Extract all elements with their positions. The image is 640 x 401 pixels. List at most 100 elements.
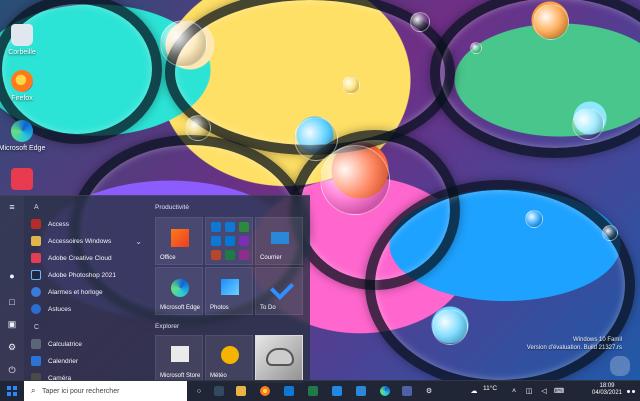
photoshop-icon [31,270,41,280]
app-label: Adobe Photoshop 2021 [48,271,116,279]
pictures-icon[interactable]: ▣ [6,318,18,330]
network-button[interactable]: ◫ [523,381,535,401]
notification-icon [626,388,636,395]
tile-label: Office [160,255,176,261]
documents-icon[interactable]: □ [6,296,18,308]
tile-mail[interactable]: Courrier [255,217,303,265]
app-row-astuces[interactable]: Astuces [28,301,146,317]
robot-vacuum-image [266,348,294,366]
search-placeholder: Taper ici pour rechercher [42,387,120,395]
access-icon [31,219,41,229]
app-row-alarmes-et-horloge[interactable]: Alarmes et horloge [28,284,146,300]
volume-button[interactable]: ◁ [538,381,550,401]
start-left-rail: ≡ ● □ ▣ ⚙ ⏻ [0,196,24,381]
office-icon [171,229,189,247]
tile-photo-preview[interactable] [255,335,303,383]
taskbar-button-app[interactable] [398,381,416,401]
app-label: Astuces [48,305,72,313]
date-readout: 04/03/2021 [591,390,623,396]
taskbar-button-excel[interactable] [304,381,322,401]
outlook-icon [332,386,342,396]
temperature-readout: 11°C [483,385,498,392]
taskbar-button-file-explorer[interactable] [232,381,250,401]
bubble [320,145,390,215]
taskbar: ⌕ Taper ici pour rechercher ○ ⚙ ☁ 11°C ˄… [0,380,640,401]
app-row-accessoires-windows[interactable]: Accessoires Windows ⌄ [28,233,146,249]
desktop-icon-firefox[interactable]: Firefox [0,70,52,103]
app-list: A Access Accessoires Windows ⌄ Adobe Cre… [26,196,148,383]
language-button[interactable]: ⌨ [553,381,565,401]
mail-icon [271,232,289,244]
tile-label: Microsoft Edge [160,305,201,311]
bubble [533,4,569,40]
watermark-line-1: Windows 10 Famil [572,337,622,343]
desktop-icon-recycle-bin[interactable]: Corbeille [0,24,52,57]
taskbar-button-mail[interactable] [352,381,370,401]
store-icon [171,346,189,362]
bubble [410,12,430,32]
onenote-icon [239,236,249,246]
tile-label: Courrier [260,255,282,261]
folder-icon [236,386,246,396]
taskbar-button-windows[interactable] [210,381,228,401]
creative-cloud-icon [11,168,33,190]
taskbar-button-outlook-2[interactable] [328,381,346,401]
hamburger-menu-icon[interactable]: ≡ [6,201,18,213]
onedrive-icon [225,222,235,232]
window-icon [214,386,224,396]
weather-button[interactable]: ☁ [465,381,483,401]
volume-icon: ◁ [541,388,547,395]
start-button[interactable] [0,381,24,401]
weather-icon: ☁ [470,388,478,395]
chevron-down-icon[interactable]: ⌄ [135,237,142,246]
app-label: Alarmes et horloge [48,288,103,296]
tiles-group-productivity: Productivité [155,204,189,211]
app-row-adobe-photoshop-2021[interactable]: Adobe Photoshop 2021 [28,267,146,283]
tile-weather[interactable]: Météo [205,335,253,383]
taskbar-button-edge[interactable] [376,381,394,401]
settings-icon[interactable]: ⚙ [6,341,18,353]
creative-cloud-icon [31,253,41,263]
notifications-button[interactable] [624,381,638,401]
app-row-calendrier[interactable]: Calendrier [28,353,146,369]
checkmark-icon [269,275,295,301]
start-menu: ≡ ● □ ▣ ⚙ ⏻ A Access Accessoires Windows… [0,195,310,383]
system-clock[interactable]: 18:09 04/03/2021 [590,383,624,397]
tile-office[interactable]: Office [155,217,203,265]
taskbar-button-outlook[interactable] [280,381,298,401]
power-icon[interactable]: ⏻ [6,364,18,376]
taskbar-button-firefox[interactable] [256,381,274,401]
taskbar-search-box[interactable]: ⌕ Taper ici pour rechercher [24,381,187,401]
taskbar-button-settings[interactable]: ⚙ [420,381,438,401]
app-row-adobe-creative-cloud[interactable]: Adobe Creative Cloud [28,250,146,266]
start-tiles-panel: Productivité Office Courrier Microsoft E… [150,196,310,383]
desktop-icon-label: Firefox [11,95,33,102]
app-label: Calculatrice [48,340,82,348]
tile-label: Photos [210,305,229,311]
folder-icon [31,236,41,246]
edge-icon [171,279,189,297]
desktop-icon-microsoft-edge[interactable]: Microsoft Edge [0,120,52,153]
tile-todo[interactable]: To Do [255,267,303,315]
tile-edge[interactable]: Microsoft Edge [155,267,203,315]
excel-icon [239,222,249,232]
bubble [470,42,482,54]
app-row-access[interactable]: Access [28,216,146,232]
user-icon[interactable]: ● [6,270,18,282]
section-letter-a: A [34,204,39,211]
tile-label: To Do [260,305,276,311]
task-view-button[interactable]: ○ [190,381,208,401]
keyboard-icon: ⌨ [553,388,565,395]
tips-icon [31,304,41,314]
app-row-calculatrice[interactable]: Calculatrice [28,336,146,352]
edge-icon [380,386,390,396]
windows-icon [7,386,17,396]
outlook-icon [211,236,221,246]
chevron-up-button[interactable]: ˄ [508,381,520,401]
task-view-icon: ○ [196,387,202,395]
tile-store[interactable]: Microsoft Store [155,335,203,383]
desktop-icon-adobe-creative-cloud[interactable] [0,168,52,193]
corner-logo-icon [610,356,630,376]
tile-photos[interactable]: Photos [205,267,253,315]
tile-office-apps-group[interactable] [205,217,253,265]
